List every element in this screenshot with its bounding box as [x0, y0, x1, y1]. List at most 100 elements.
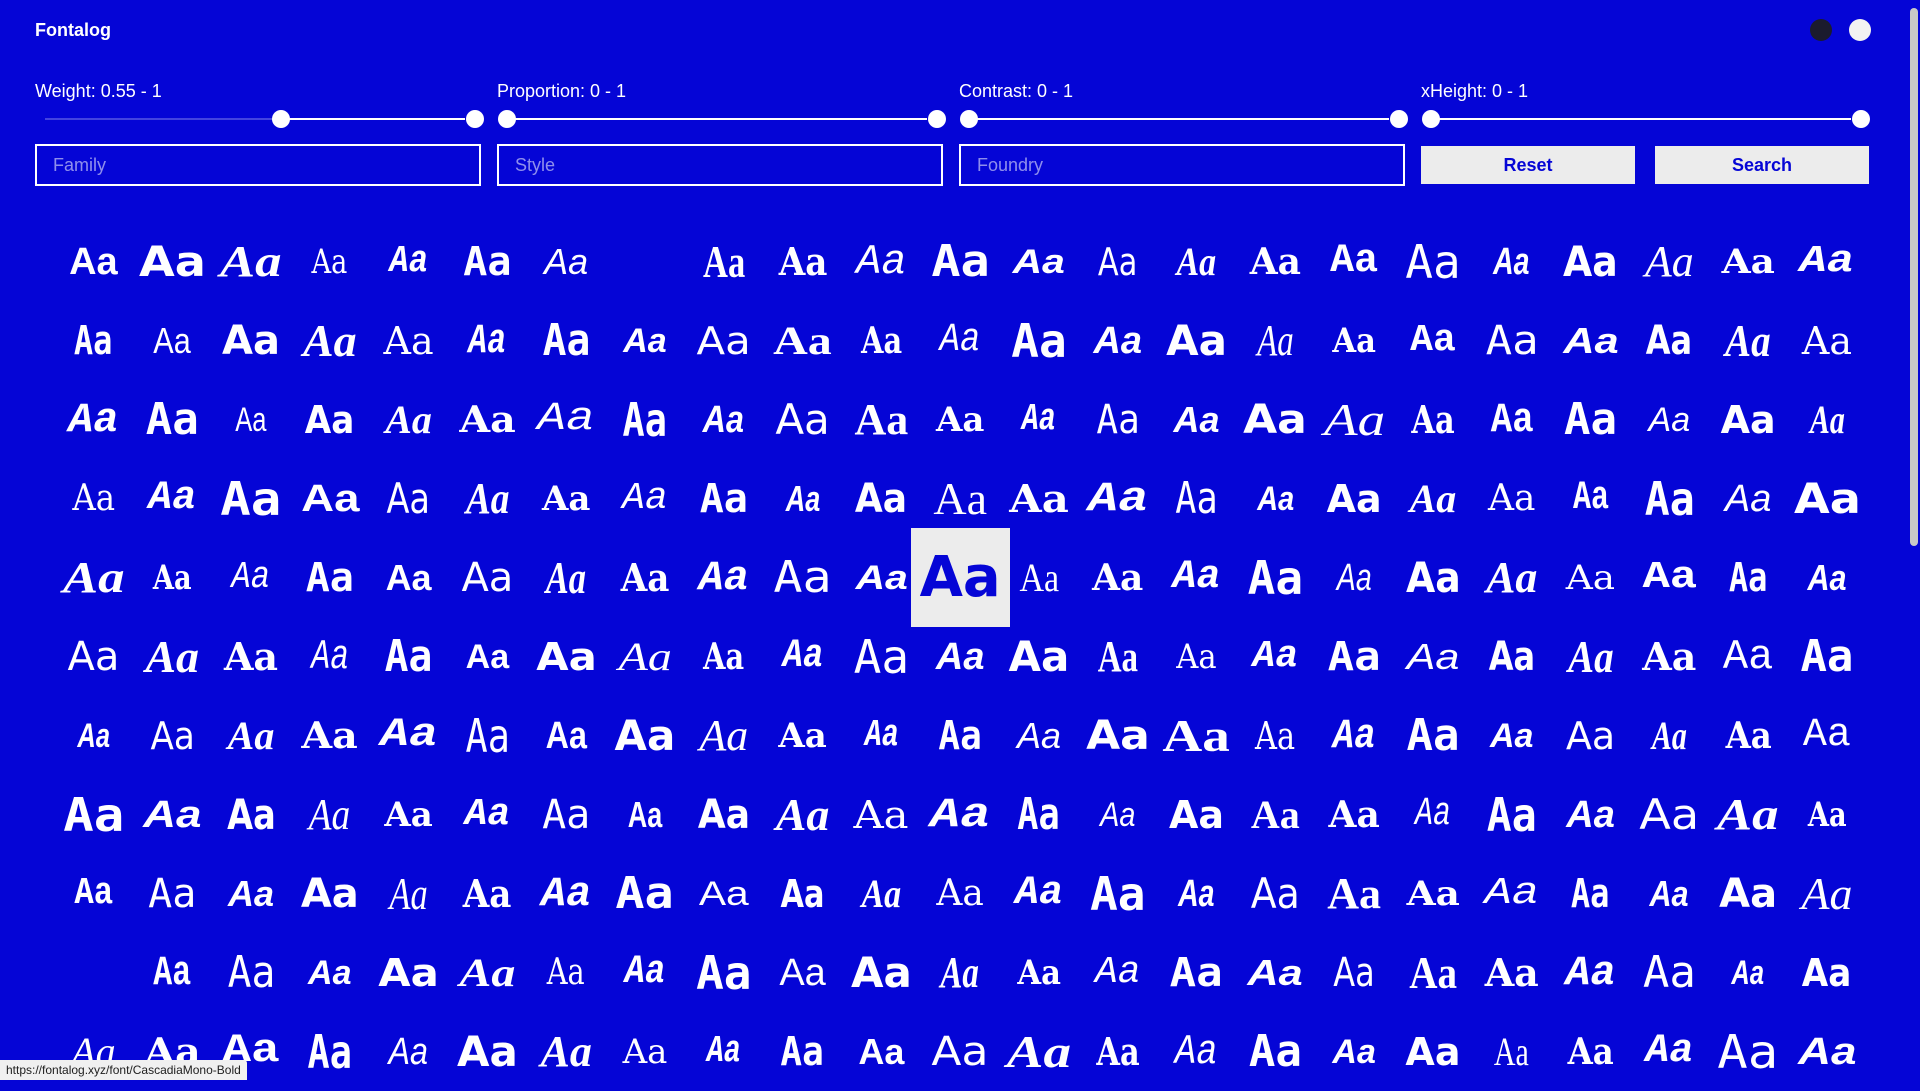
font-sample-cell[interactable]: Aa — [133, 775, 212, 854]
font-sample-cell[interactable]: Aa — [1472, 696, 1551, 775]
font-sample-cell[interactable]: Aa — [763, 538, 842, 617]
font-sample-cell[interactable]: Aa — [1709, 380, 1788, 459]
font-sample-cell[interactable]: Aa — [1709, 222, 1788, 301]
font-sample-cell[interactable]: Aa — [1394, 301, 1473, 380]
font-sample-cell[interactable]: Aa — [212, 222, 291, 301]
font-sample-cell[interactable]: Aa — [1315, 301, 1394, 380]
font-sample-cell[interactable]: Aa — [1236, 933, 1315, 1012]
font-sample-cell[interactable]: Aa — [448, 617, 527, 696]
proportion-slider[interactable]: Proportion: 0 - 1 — [497, 80, 946, 130]
font-sample-cell[interactable]: Aa — [1157, 696, 1236, 775]
font-sample-cell[interactable]: Aa — [1315, 1012, 1394, 1091]
font-sample-cell[interactable]: Aa — [527, 775, 606, 854]
font-sample-cell[interactable]: Aa — [1551, 775, 1630, 854]
weight-slider[interactable]: Weight: 0.55 - 1 — [35, 80, 484, 130]
font-sample-cell-highlighted[interactable]: Aa — [910, 528, 1010, 627]
font-sample-cell[interactable]: Aa — [1630, 1012, 1709, 1091]
page-scrollbar[interactable] — [1906, 0, 1920, 1080]
font-sample-cell[interactable]: Aa — [1236, 380, 1315, 459]
scrollbar-thumb[interactable] — [1910, 8, 1918, 546]
font-sample-cell[interactable]: Aa — [1709, 1012, 1788, 1091]
font-sample-cell[interactable]: Aa — [684, 1012, 763, 1091]
font-sample-cell[interactable]: Aa — [1000, 933, 1079, 1012]
font-sample-cell[interactable]: Aa — [606, 380, 685, 459]
font-sample-cell[interactable]: Aa — [527, 380, 606, 459]
font-sample-cell[interactable]: Aa — [606, 933, 685, 1012]
font-sample-cell[interactable]: Aa — [1078, 1012, 1157, 1091]
font-sample-cell[interactable]: Aa — [290, 696, 369, 775]
font-sample-cell[interactable]: Aa — [1157, 854, 1236, 933]
font-sample-cell[interactable]: Aa — [606, 301, 685, 380]
font-sample-cell[interactable]: Aa — [212, 538, 291, 617]
font-sample-cell[interactable]: Aa — [369, 617, 448, 696]
font-sample-cell[interactable]: Aa — [1788, 775, 1867, 854]
font-sample-cell[interactable]: Aa — [921, 775, 1000, 854]
font-sample-cell[interactable]: Aa — [921, 1012, 1000, 1091]
font-sample-cell[interactable]: Aa — [1236, 538, 1315, 617]
font-sample-cell[interactable]: Aa — [1472, 1012, 1551, 1091]
font-sample-cell[interactable]: Aa — [1078, 301, 1157, 380]
font-sample-cell[interactable]: Aa — [763, 775, 842, 854]
font-sample-cell[interactable]: Aa — [1394, 933, 1473, 1012]
font-sample-cell[interactable]: Aa — [290, 222, 369, 301]
font-sample-cell[interactable]: Aa — [54, 459, 133, 538]
font-sample-cell[interactable]: Aa — [1157, 1012, 1236, 1091]
font-sample-cell[interactable]: Aa — [921, 459, 1000, 538]
font-sample-cell[interactable]: Aa — [1709, 459, 1788, 538]
font-sample-cell[interactable] — [54, 933, 133, 1012]
font-sample-cell[interactable]: Aa — [921, 854, 1000, 933]
font-sample-cell[interactable]: Aa — [527, 459, 606, 538]
font-sample-cell[interactable]: Aa — [1788, 222, 1867, 301]
font-sample-cell[interactable]: Aa — [290, 538, 369, 617]
font-sample-cell[interactable]: Aa — [369, 696, 448, 775]
font-sample-cell[interactable]: Aa — [684, 538, 763, 617]
font-sample-cell[interactable]: Aa — [842, 775, 921, 854]
font-sample-cell[interactable]: Aa — [448, 380, 527, 459]
font-sample-cell[interactable]: Aa — [1000, 222, 1079, 301]
font-sample-cell[interactable]: Aa — [1157, 222, 1236, 301]
font-sample-cell[interactable]: Aa — [527, 854, 606, 933]
font-sample-cell[interactable]: Aa — [842, 380, 921, 459]
font-sample-cell[interactable]: Aa — [1078, 222, 1157, 301]
font-sample-cell[interactable]: Aa — [684, 775, 763, 854]
font-sample-cell[interactable]: Aa — [842, 538, 921, 617]
proportion-min-handle[interactable] — [498, 110, 516, 128]
font-sample-cell[interactable]: Aa — [606, 696, 685, 775]
font-sample-cell[interactable]: Aa — [527, 538, 606, 617]
font-sample-cell[interactable]: Aa — [842, 854, 921, 933]
font-sample-cell[interactable]: Aa — [448, 459, 527, 538]
font-sample-cell[interactable]: Aa — [842, 1012, 921, 1091]
font-sample-cell[interactable]: Aa — [1078, 459, 1157, 538]
font-sample-cell[interactable]: Aa — [763, 380, 842, 459]
font-sample-cell[interactable]: Aa — [369, 1012, 448, 1091]
reset-button[interactable]: Reset — [1421, 146, 1635, 184]
font-sample-cell[interactable]: Aa — [527, 1012, 606, 1091]
foundry-input[interactable] — [959, 144, 1405, 186]
font-sample-cell[interactable]: Aa — [1394, 617, 1473, 696]
font-sample-cell[interactable]: Aa — [1709, 854, 1788, 933]
font-sample-cell[interactable]: Aa — [290, 380, 369, 459]
font-sample-cell[interactable]: Aa — [1394, 538, 1473, 617]
font-sample-cell[interactable]: Aa — [1630, 854, 1709, 933]
font-sample-cell[interactable]: Aa — [369, 538, 448, 617]
font-sample-cell[interactable]: Aa — [1472, 854, 1551, 933]
font-sample-cell[interactable]: Aa — [1236, 222, 1315, 301]
font-sample-cell[interactable]: Aa — [369, 775, 448, 854]
font-sample-cell[interactable]: Aa — [212, 854, 291, 933]
contrast-slider[interactable]: Contrast: 0 - 1 — [959, 80, 1408, 130]
font-sample-cell[interactable]: Aa — [842, 459, 921, 538]
font-sample-cell[interactable]: Aa — [1788, 380, 1867, 459]
font-sample-cell[interactable]: Aa — [369, 380, 448, 459]
font-sample-cell[interactable]: Aa — [921, 696, 1000, 775]
font-sample-cell[interactable]: Aa — [1788, 538, 1867, 617]
font-sample-cell[interactable]: Aa — [212, 380, 291, 459]
font-sample-cell[interactable]: Aa — [1551, 538, 1630, 617]
font-sample-cell[interactable]: Aa — [133, 222, 212, 301]
font-sample-cell[interactable]: Aa — [1394, 854, 1473, 933]
font-sample-cell[interactable]: Aa — [1551, 301, 1630, 380]
font-sample-cell[interactable]: Aa — [763, 696, 842, 775]
font-sample-cell[interactable]: Aa — [527, 696, 606, 775]
font-sample-cell[interactable]: Aa — [54, 775, 133, 854]
font-sample-cell[interactable]: Aa — [290, 459, 369, 538]
contrast-max-handle[interactable] — [1390, 110, 1408, 128]
